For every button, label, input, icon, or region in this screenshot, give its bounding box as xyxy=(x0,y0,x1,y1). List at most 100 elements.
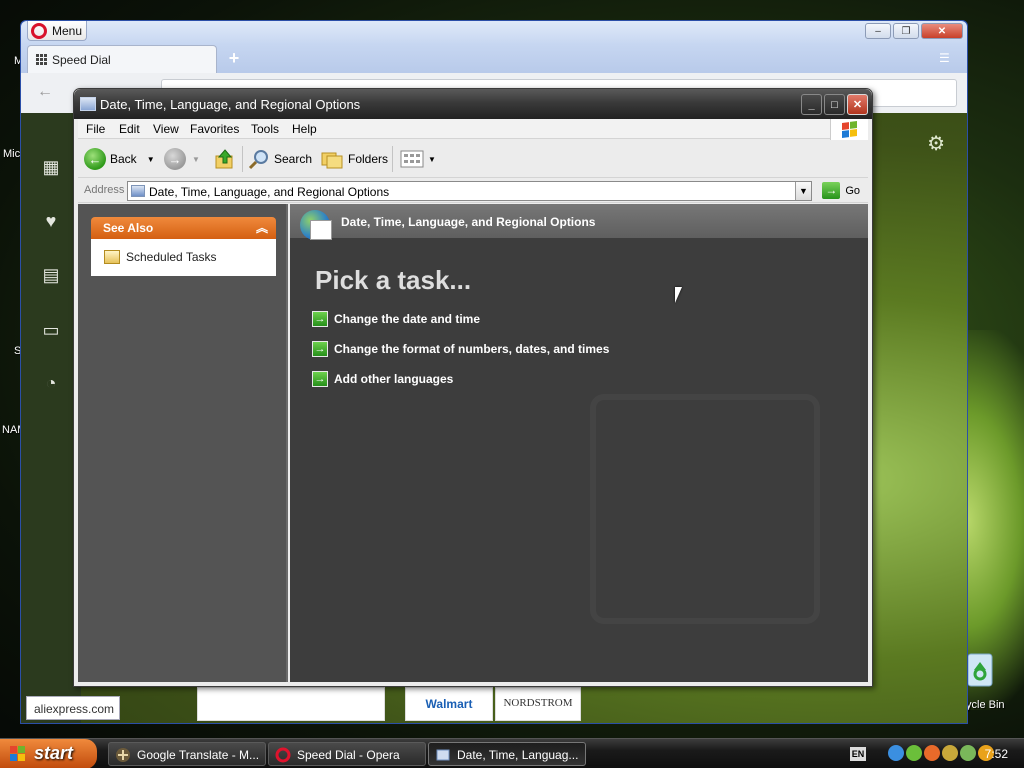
watermark-graphic xyxy=(590,394,820,624)
go-arrow-icon: → xyxy=(822,182,841,199)
taskbar-item-opera[interactable]: Speed Dial - Opera xyxy=(268,742,426,766)
mouse-cursor-icon xyxy=(675,287,682,303)
heart-icon[interactable]: ♥ xyxy=(39,209,63,233)
opera-sidebar: ▦ ♥ ▤ ▭ ◔ xyxy=(21,113,81,723)
gear-icon[interactable]: ⚙ xyxy=(927,131,945,156)
forward-button[interactable]: → ▼ xyxy=(164,148,200,170)
maximize-button[interactable]: ❐ xyxy=(893,23,919,39)
see-also-title: See Also xyxy=(103,221,154,235)
address-bar: Address Date, Time, Language, and Region… xyxy=(78,179,868,203)
search-label: Search xyxy=(274,152,313,166)
recycle-bin-icon[interactable] xyxy=(964,648,996,688)
opera-logo-icon xyxy=(275,747,291,763)
speed-dial-tile[interactable] xyxy=(197,687,385,721)
back-arrow-icon[interactable]: ← xyxy=(37,83,53,101)
address-input[interactable]: Date, Time, Language, and Regional Optio… xyxy=(127,181,812,201)
minimize-button[interactable]: _ xyxy=(801,94,822,115)
sync-icon[interactable] xyxy=(960,745,976,761)
task-label: Add other languages xyxy=(334,372,454,386)
close-button[interactable]: ✕ xyxy=(921,23,963,39)
views-icon xyxy=(400,150,424,168)
see-also-header[interactable]: See Also ︽ xyxy=(91,217,276,239)
task-label: Change the date and time xyxy=(334,312,481,326)
speed-dial-icon[interactable]: ▦ xyxy=(39,155,63,179)
devices-icon[interactable]: ▭ xyxy=(39,318,63,342)
back-dropdown-icon[interactable]: ▼ xyxy=(147,155,155,164)
task-link-change-format[interactable]: → Change the format of numbers, dates, a… xyxy=(312,340,609,358)
tab-label: Speed Dial xyxy=(52,53,111,67)
back-arrow-icon: ← xyxy=(84,148,106,170)
opera-menu-button[interactable]: Menu xyxy=(27,21,87,41)
task-link-change-date-time[interactable]: → Change the date and time xyxy=(312,310,480,328)
history-clock-icon[interactable]: ◔ xyxy=(39,371,63,395)
nordstrom-logo: NORDSTROM xyxy=(503,697,573,709)
desktop-icon-label[interactable]: Mic xyxy=(3,148,20,160)
minimize-button[interactable]: ‒ xyxy=(865,23,891,39)
see-also-body: Scheduled Tasks xyxy=(91,239,276,276)
go-label: Go xyxy=(845,184,860,197)
folders-button[interactable]: Folders xyxy=(320,148,388,170)
toolbar: ← Back ▼ → ▼ Search Folders ▼ xyxy=(78,140,868,178)
taskbar-item-label: Google Translate - M... xyxy=(137,748,260,762)
new-tab-button[interactable]: + xyxy=(225,49,243,67)
see-also-link-scheduled-tasks[interactable]: Scheduled Tasks xyxy=(126,250,217,264)
speed-dial-tile-nordstrom[interactable]: NORDSTROM xyxy=(495,687,581,721)
toolbar-separator xyxy=(242,146,243,172)
up-folder-button[interactable] xyxy=(214,148,236,170)
menu-favorites[interactable]: Favorites xyxy=(190,122,239,136)
menu-edit[interactable]: Edit xyxy=(119,122,140,136)
category-content: Date, Time, Language, and Regional Optio… xyxy=(290,204,868,682)
forward-dropdown-icon: ▼ xyxy=(192,154,200,164)
opera-window-controls: ‒ ❐ ✕ xyxy=(865,23,963,41)
opera-tabbar: Speed Dial + ☰ xyxy=(21,45,967,73)
language-indicator[interactable]: EN xyxy=(850,747,866,761)
taskbar-item-label: Speed Dial - Opera xyxy=(297,748,400,762)
walmart-logo: Walmart xyxy=(425,697,473,711)
tab-speed-dial[interactable]: Speed Dial xyxy=(27,45,217,73)
go-button[interactable]: → Go xyxy=(822,182,860,199)
task-pane: See Also ︽ Scheduled Tasks xyxy=(78,204,288,682)
green-arrow-icon: → xyxy=(312,311,328,327)
system-tray: EN 7:52 xyxy=(848,739,1024,768)
category-title: Date, Time, Language, and Regional Optio… xyxy=(341,215,596,229)
chevron-down-icon[interactable]: ▼ xyxy=(795,182,811,200)
folders-icon xyxy=(321,152,343,169)
recycle-bin-label[interactable]: ycle Bin xyxy=(966,699,1005,711)
task-label: Change the format of numbers, dates, and… xyxy=(334,342,610,356)
menu-tools[interactable]: Tools xyxy=(251,122,279,136)
taskbar-item-regional-options[interactable]: Date, Time, Languag... xyxy=(428,742,586,766)
chrome-icon[interactable] xyxy=(906,745,922,761)
window-titlebar[interactable]: Date, Time, Language, and Regional Optio… xyxy=(74,89,872,119)
calendar-icon xyxy=(310,220,332,240)
menu-help[interactable]: Help xyxy=(292,122,317,136)
toolbar-separator xyxy=(392,146,393,172)
address-value: Date, Time, Language, and Regional Optio… xyxy=(149,185,390,199)
network-icon[interactable] xyxy=(888,745,904,761)
tools-icon[interactable] xyxy=(942,745,958,761)
task-link-add-languages[interactable]: → Add other languages xyxy=(312,370,453,388)
tab-menu-icon[interactable]: ☰ xyxy=(939,51,955,65)
category-banner: Date, Time, Language, and Regional Optio… xyxy=(290,204,868,240)
collapse-icon[interactable]: ︽ xyxy=(256,219,268,236)
window-title: Date, Time, Language, and Regional Optio… xyxy=(100,97,361,112)
news-icon[interactable]: ▤ xyxy=(39,263,63,287)
security-icon[interactable] xyxy=(924,745,940,761)
taskbar-item-google-translate[interactable]: Google Translate - M... xyxy=(108,742,266,766)
menu-view[interactable]: View xyxy=(153,122,179,136)
close-button[interactable]: ✕ xyxy=(847,94,868,115)
see-also-panel: See Also ︽ Scheduled Tasks xyxy=(91,217,276,276)
maximize-button[interactable]: □ xyxy=(824,94,845,115)
speed-dial-tile-walmart[interactable]: Walmart xyxy=(405,687,493,721)
menu-file[interactable]: File xyxy=(86,122,105,136)
views-button[interactable]: ▼ xyxy=(400,148,436,170)
start-label: start xyxy=(34,743,74,763)
control-panel-icon xyxy=(436,749,450,761)
taskbar: start Google Translate - M... Speed Dial… xyxy=(0,738,1024,768)
windows-flag-logo xyxy=(830,119,868,140)
back-button[interactable]: ← Back ▼ xyxy=(84,148,155,170)
start-button[interactable]: start xyxy=(0,739,97,768)
folders-label: Folders xyxy=(348,152,389,166)
opera-titlebar: Menu ‒ ❐ ✕ xyxy=(21,21,967,45)
search-button[interactable]: Search xyxy=(248,148,312,170)
opera-menu-label: Menu xyxy=(52,24,83,38)
